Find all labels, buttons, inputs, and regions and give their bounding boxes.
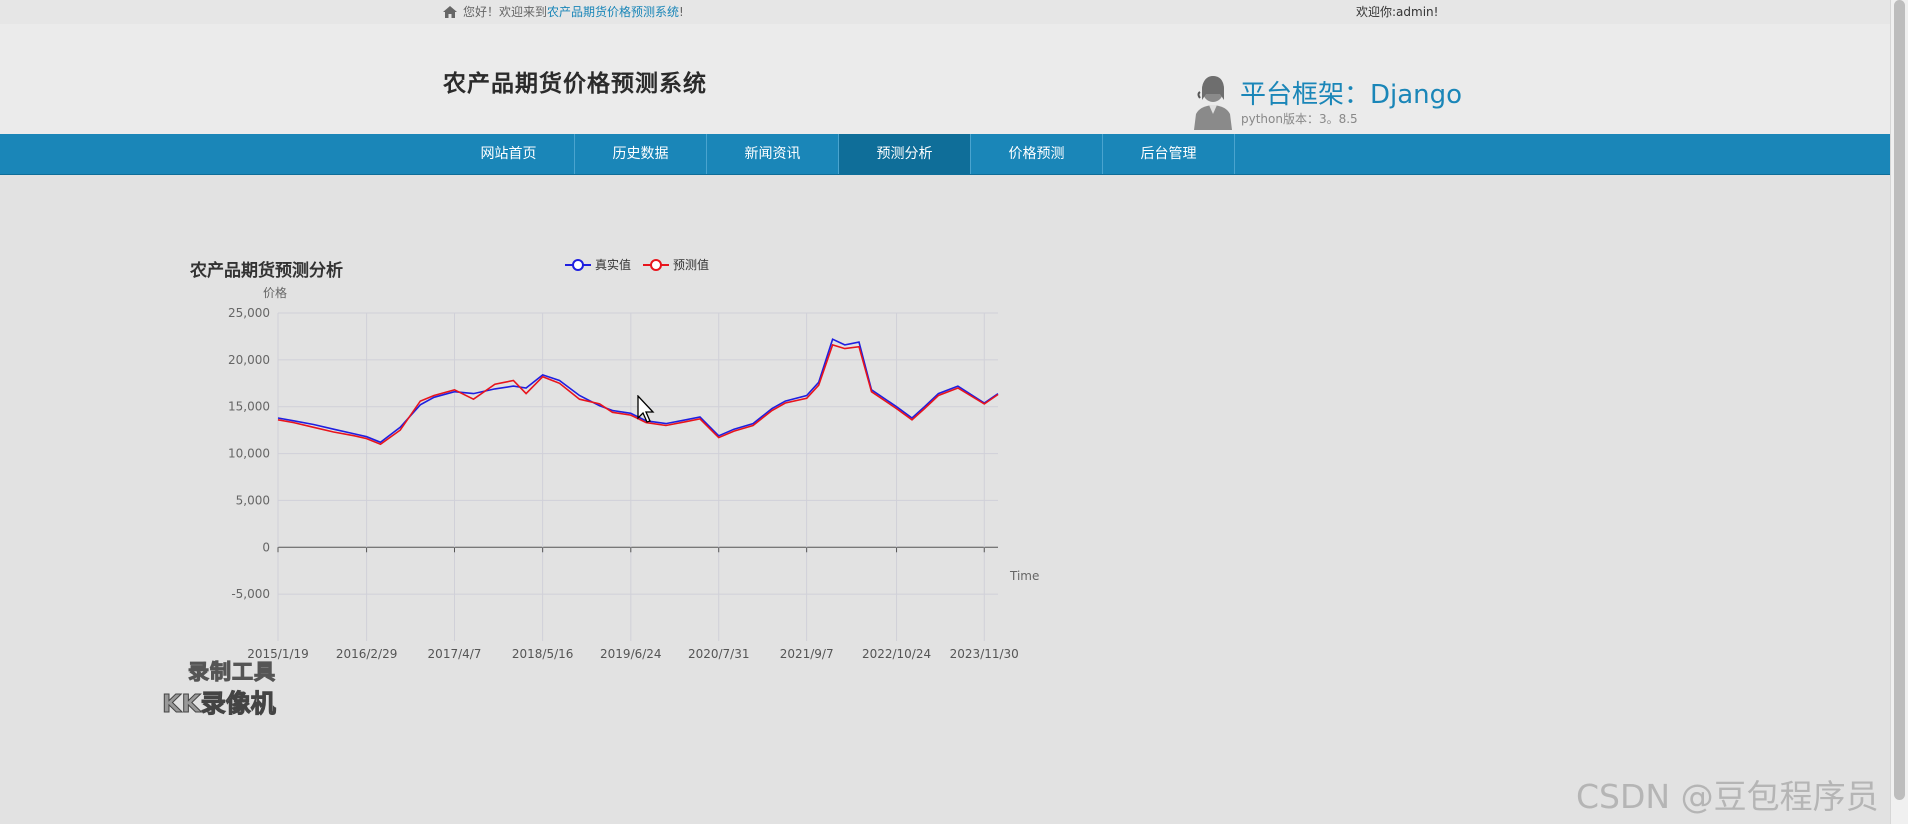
x-tick-label: 2018/5/16 <box>512 647 574 661</box>
y-tick-label: 15,000 <box>228 400 270 414</box>
y-tick-label: 20,000 <box>228 353 270 367</box>
y-tick-label: 10,000 <box>228 447 270 461</box>
csdn-watermark: CSDN @豆包程序员 <box>1576 777 1879 816</box>
nav-item-forecast-analysis[interactable]: 预测分析 <box>839 134 971 174</box>
y-tick-label: 25,000 <box>228 306 270 320</box>
nav-item-news[interactable]: 新闻资讯 <box>707 134 839 174</box>
scrollbar-thumb[interactable] <box>1894 0 1905 800</box>
greeting-site-link[interactable]: 农产品期货价格预测系统 <box>547 5 679 19</box>
nav-item-home[interactable]: 网站首页 <box>443 134 575 174</box>
series-actual-line <box>277 338 999 444</box>
x-tick-label: 2016/2/29 <box>336 647 398 661</box>
nav-item-price-prediction[interactable]: 价格预测 <box>971 134 1103 174</box>
greeting-suffix: ! <box>679 5 684 19</box>
chart-plot[interactable]: -5,00005,00010,00015,00020,00025,0002015… <box>180 246 1060 726</box>
recorder-watermark-line2: KK录像机 <box>162 689 277 719</box>
forecast-chart: 农产品期货预测分析 真实值 预测值 价格 Time -5,000 0 5,000 10… <box>180 246 1060 726</box>
home-icon[interactable] <box>443 5 457 18</box>
x-tick-label: 2019/6/24 <box>600 647 662 661</box>
greeting-prefix: 您好！欢迎来到 <box>463 5 548 19</box>
header: 农产品期货价格预测系统 平台框架：Django python版本：3。8.5 <box>0 24 1890 134</box>
recorder-watermark: 录制工具 KK录像机 <box>160 656 310 724</box>
x-tick-label: 2021/9/7 <box>780 647 834 661</box>
y-tick-label: -5,000 <box>231 587 270 601</box>
python-version: python版本：3。8.5 <box>1241 112 1358 126</box>
greeting: 您好！欢迎来到农产品期货价格预测系统! <box>443 3 684 20</box>
vertical-scrollbar[interactable] <box>1890 0 1908 824</box>
framework-info: 平台框架：Django python版本：3。8.5 <box>1192 48 1462 130</box>
y-tick-label: 5,000 <box>236 493 270 507</box>
nav-item-history[interactable]: 历史数据 <box>575 134 707 174</box>
x-tick-label: 2020/7/31 <box>688 647 750 661</box>
x-tick-label: 2022/10/24 <box>862 647 931 661</box>
avatar-icon <box>1194 76 1232 130</box>
recorder-watermark-line1: 录制工具 <box>188 660 276 685</box>
x-tick-label: 2017/4/7 <box>428 647 482 661</box>
user-welcome[interactable]: 欢迎你:admin! <box>1356 3 1438 20</box>
nav-item-admin[interactable]: 后台管理 <box>1103 134 1235 174</box>
mouse-cursor-icon <box>637 395 655 423</box>
site-title: 农产品期货价格预测系统 <box>443 71 707 97</box>
top-bar: 您好！欢迎来到农产品期货价格预测系统! 欢迎你:admin! <box>0 0 1890 24</box>
y-tick-label: 0 <box>262 540 270 554</box>
x-tick-label: 2023/11/30 <box>950 647 1019 661</box>
framework-title: 平台框架：Django <box>1240 80 1463 110</box>
main-nav: 网站首页 历史数据 新闻资讯 预测分析 价格预测 后台管理 <box>0 134 1890 175</box>
